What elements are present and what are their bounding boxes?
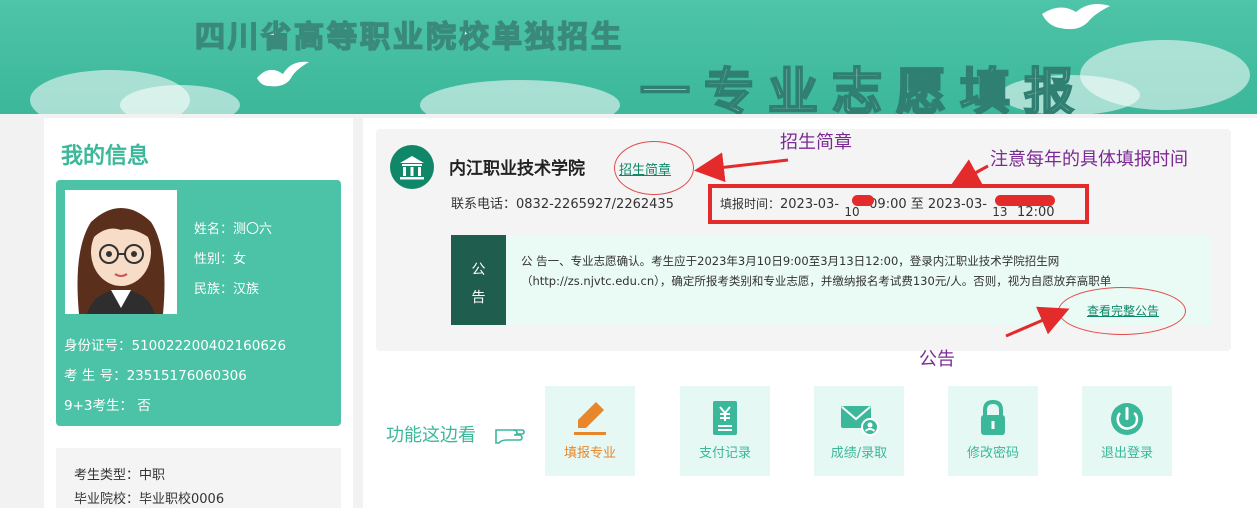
lock-icon (981, 399, 1005, 435)
power-icon (1111, 403, 1143, 435)
candidate-school: 毕业院校：毕业职校0006 (74, 492, 225, 507)
payment-record-icon (713, 401, 737, 435)
notice-tag: 公 告 (451, 235, 506, 325)
profile-gender: 性别：女 (194, 252, 247, 267)
profile-ethnicity: 民族：汉族 (194, 282, 260, 297)
redaction-scribble (995, 195, 1055, 206)
profile-heading: 我的信息 (61, 144, 150, 169)
notice-text: 公 告一、专业志愿确认。考生应于2023年3月10日9:00至3月13日12:0… (521, 254, 1112, 288)
contact-phone: 联系电话：0832-2265927/2262435 (451, 197, 674, 212)
avatar (65, 190, 177, 314)
candidate-type: 考生类型：中职 (74, 468, 166, 483)
annotation-notice: 公告 (919, 349, 955, 370)
logout-button[interactable]: 退出登录 (1082, 386, 1172, 476)
banner-subtitle: 一专业志愿填报 (639, 62, 1088, 114)
dove-icon (1042, 4, 1110, 30)
profile-nine-plus-three: 9+3考生： 否 (64, 398, 151, 414)
notice-tag-char-2: 告 (471, 290, 486, 306)
logout-label: 退出登录 (1100, 446, 1153, 461)
brochure-highlight-ellipse (614, 141, 694, 195)
payment-record-label: 支付记录 (698, 446, 751, 461)
profile-id-number: 身份证号：510022200402160626 (64, 338, 287, 354)
change-password-label: 修改密码 (966, 446, 1019, 461)
scores-admission-button[interactable]: 成绩/录取 (814, 386, 904, 476)
profile-exam-number: 考 生 号：23515176060306 (64, 368, 247, 384)
school-name: 内江职业技术学院 (449, 159, 585, 179)
functions-label: 功能这边看 (386, 425, 476, 446)
pointing-hand-icon (495, 429, 525, 444)
change-password-button[interactable]: 修改密码 (948, 386, 1038, 476)
mail-user-icon (841, 406, 879, 436)
profile-card: 姓名：测〇六 性别：女 民族：汉族 身份证号：51002220040216062… (56, 180, 341, 426)
fill-major-label: 填报专业 (563, 446, 616, 461)
fill-major-button[interactable]: 填报专业 (545, 386, 635, 476)
notice-tag-char-1: 公 (471, 262, 486, 278)
profile-name: 姓名：测〇六 (194, 222, 273, 237)
dove-icon (257, 61, 309, 87)
payment-record-button[interactable]: 支付记录 (680, 386, 770, 476)
school-building-icon (390, 145, 434, 189)
scores-admission-label: 成绩/录取 (830, 446, 888, 461)
pencil-icon (574, 402, 606, 435)
annotation-time-note: 注意每年的具体填报时间 (990, 149, 1188, 170)
annotation-brochure: 招生简章 (780, 132, 852, 153)
redaction-scribble (852, 195, 874, 206)
profile-panel: 我的信息 姓名：测〇六 性别：女 民族：汉族 身份证号：510022200402… (44, 118, 353, 508)
header-banner: 四川省高等职业院校单独招生 一专业志愿填报 (0, 0, 1257, 114)
candidate-details: 考生类型：中职 毕业院校：毕业职校0006 (56, 448, 341, 508)
banner-title: 四川省高等职业院校单独招生 (194, 19, 624, 56)
notice-link-highlight-ellipse (1058, 287, 1186, 335)
